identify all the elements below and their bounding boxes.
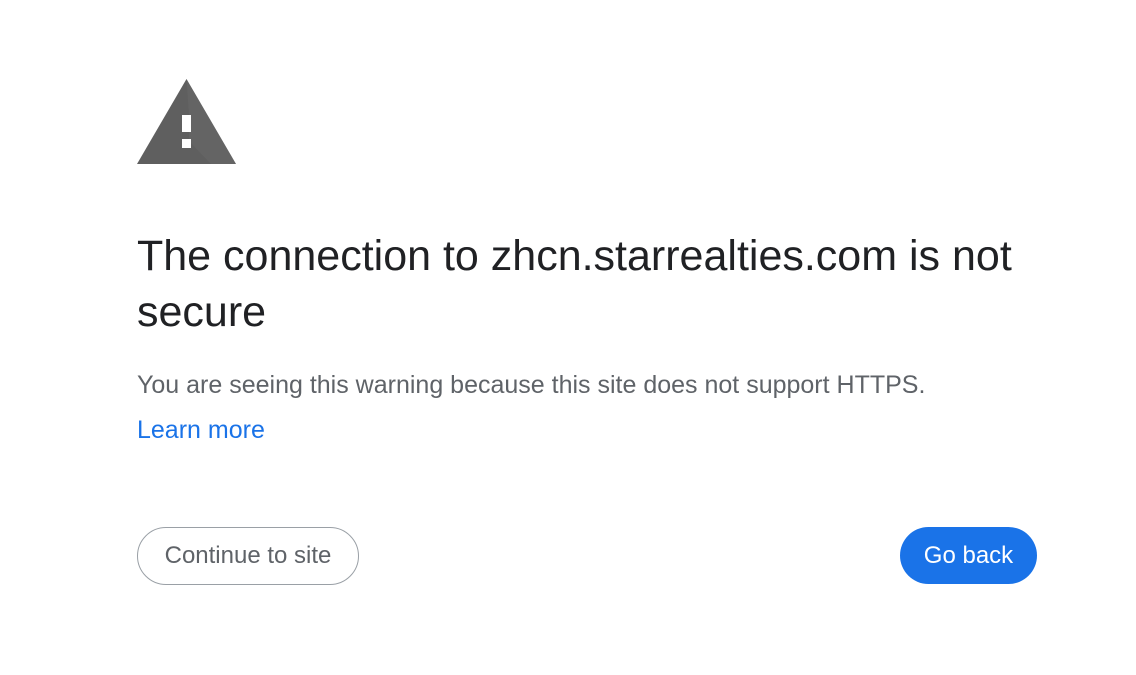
warning-message: You are seeing this warning because this… — [137, 371, 926, 399]
continue-to-site-button[interactable]: Continue to site — [137, 527, 359, 585]
security-interstitial-page: The connection to zhcn.starrealties.com … — [0, 0, 1136, 675]
learn-more-link[interactable]: Learn more — [137, 413, 265, 447]
page-title: The connection to zhcn.starrealties.com … — [137, 232, 1012, 336]
go-back-button[interactable]: Go back — [900, 527, 1037, 584]
warning-triangle-icon — [137, 79, 236, 164]
